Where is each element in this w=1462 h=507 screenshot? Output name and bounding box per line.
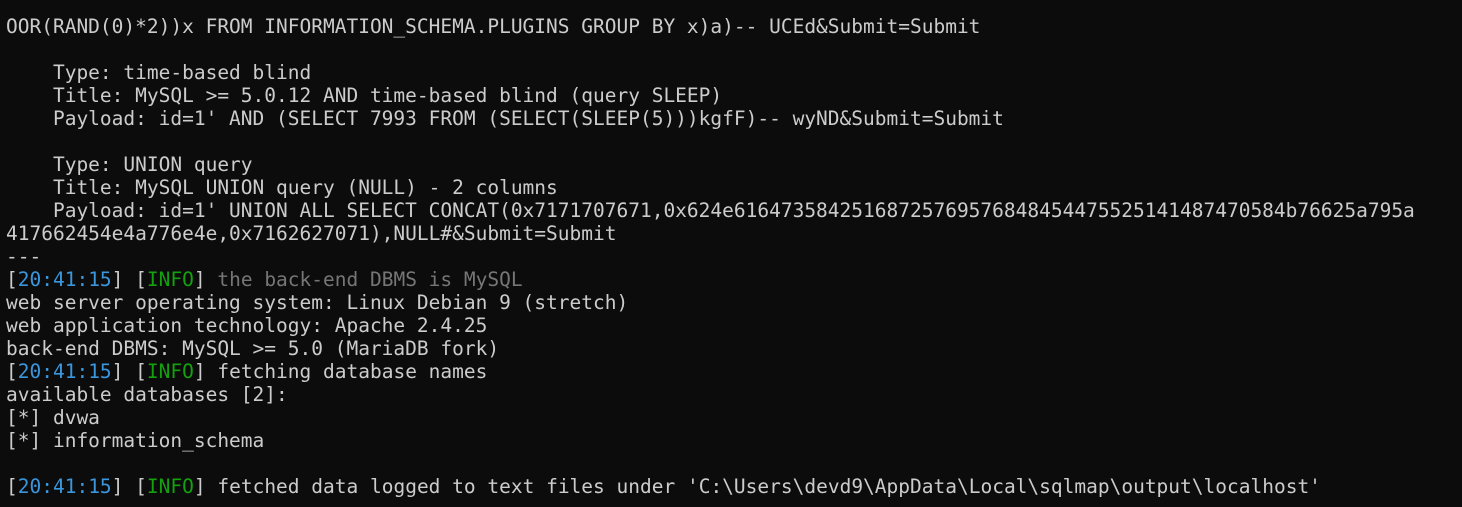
bracket-close: ]: [193, 360, 218, 383]
bracket-open: [: [6, 475, 18, 498]
log-timestamp: 20:41:15: [17, 360, 112, 383]
log-level: INFO: [146, 268, 194, 291]
log-message: fetched data logged to text files under …: [217, 475, 1321, 498]
log-timestamp: 20:41:15: [17, 475, 112, 498]
bracket-open: [: [6, 360, 18, 383]
output-line: web application technology: Apache 2.4.2…: [6, 314, 488, 337]
bracket-sep: ] [: [111, 475, 147, 498]
output-line: available databases [2]:: [6, 383, 288, 406]
bracket-close: ]: [193, 475, 218, 498]
output-line: Type: time-based blind: [6, 61, 312, 84]
output-line: back-end DBMS: MySQL >= 5.0 (MariaDB for…: [6, 337, 500, 360]
output-line: ---: [6, 245, 42, 268]
output-line: OOR(RAND(0)*2))x FROM INFORMATION_SCHEMA…: [6, 15, 981, 38]
terminal-window: { "lines": [ {"kind": "partial", "text":…: [0, 0, 1462, 507]
output-line: 417662454e4a776e4e,0x7162627071),NULL#&S…: [6, 222, 617, 245]
log-message: fetching database names: [217, 360, 488, 383]
output-line-partial: [6, 0, 1462, 15]
output-line: [*] information_schema: [6, 429, 265, 452]
output-line: Payload: id=1' AND (SELECT 7993 FROM (SE…: [6, 107, 1004, 130]
output-line: [*] dvwa: [6, 406, 100, 429]
output-line: Payload: id=1' UNION ALL SELECT CONCAT(0…: [6, 199, 1415, 222]
terminal-output: OOR(RAND(0)*2))x FROM INFORMATION_SCHEMA…: [6, 0, 1462, 498]
bracket-close: ]: [193, 268, 218, 291]
log-message: the back-end DBMS is MySQL: [217, 268, 523, 291]
log-line: [20:41:15] [INFO] fetched data logged to…: [6, 475, 1462, 498]
bracket-sep: ] [: [111, 268, 147, 291]
bracket-sep: ] [: [111, 360, 147, 383]
output-line: Title: MySQL >= 5.0.12 AND time-based bl…: [6, 84, 723, 107]
log-line: [20:41:15] [INFO] the back-end DBMS is M…: [6, 268, 1462, 291]
log-line: [20:41:15] [INFO] fetching database name…: [6, 360, 1462, 383]
bracket-open: [: [6, 268, 18, 291]
output-line: web server operating system: Linux Debia…: [6, 291, 629, 314]
output-line: Type: UNION query: [6, 153, 253, 176]
log-timestamp: 20:41:15: [17, 268, 112, 291]
log-level: INFO: [146, 360, 194, 383]
log-level: INFO: [146, 475, 194, 498]
output-line: Title: MySQL UNION query (NULL) - 2 colu…: [6, 176, 558, 199]
